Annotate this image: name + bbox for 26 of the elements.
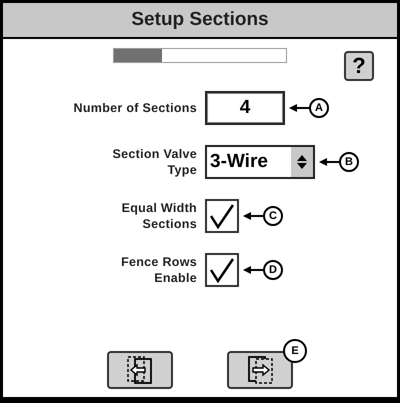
callout-label: A	[309, 98, 329, 118]
callout-label: E	[283, 339, 307, 363]
callout-label: B	[339, 152, 359, 172]
arrow-icon	[319, 157, 339, 167]
enter-door-icon	[245, 355, 275, 385]
valve-type-select[interactable]: 3-Wire	[205, 145, 315, 179]
help-button[interactable]: ?	[344, 51, 374, 81]
checkbox[interactable]	[205, 253, 239, 287]
spinner-icon	[297, 154, 307, 170]
arrow-icon	[243, 265, 263, 275]
checkbox[interactable]	[205, 199, 239, 233]
back-button[interactable]	[107, 351, 173, 389]
checkmark-icon	[209, 203, 235, 229]
setting-label: Section Valve Type	[112, 146, 197, 178]
window-title: Setup Sections	[3, 3, 397, 39]
number-field[interactable]: 4	[205, 91, 285, 125]
setting-label: Fence Rows Enable	[120, 254, 197, 286]
callout-label: D	[263, 260, 283, 280]
callout-label: C	[263, 206, 283, 226]
checkmark-icon	[209, 257, 235, 283]
exit-door-icon	[125, 355, 155, 385]
setting-label: Number of Sections	[74, 100, 197, 116]
arrow-icon	[289, 103, 309, 113]
setting-label: Equal Width Sections	[120, 200, 197, 232]
arrow-icon	[243, 211, 263, 221]
next-button[interactable]	[227, 351, 293, 389]
